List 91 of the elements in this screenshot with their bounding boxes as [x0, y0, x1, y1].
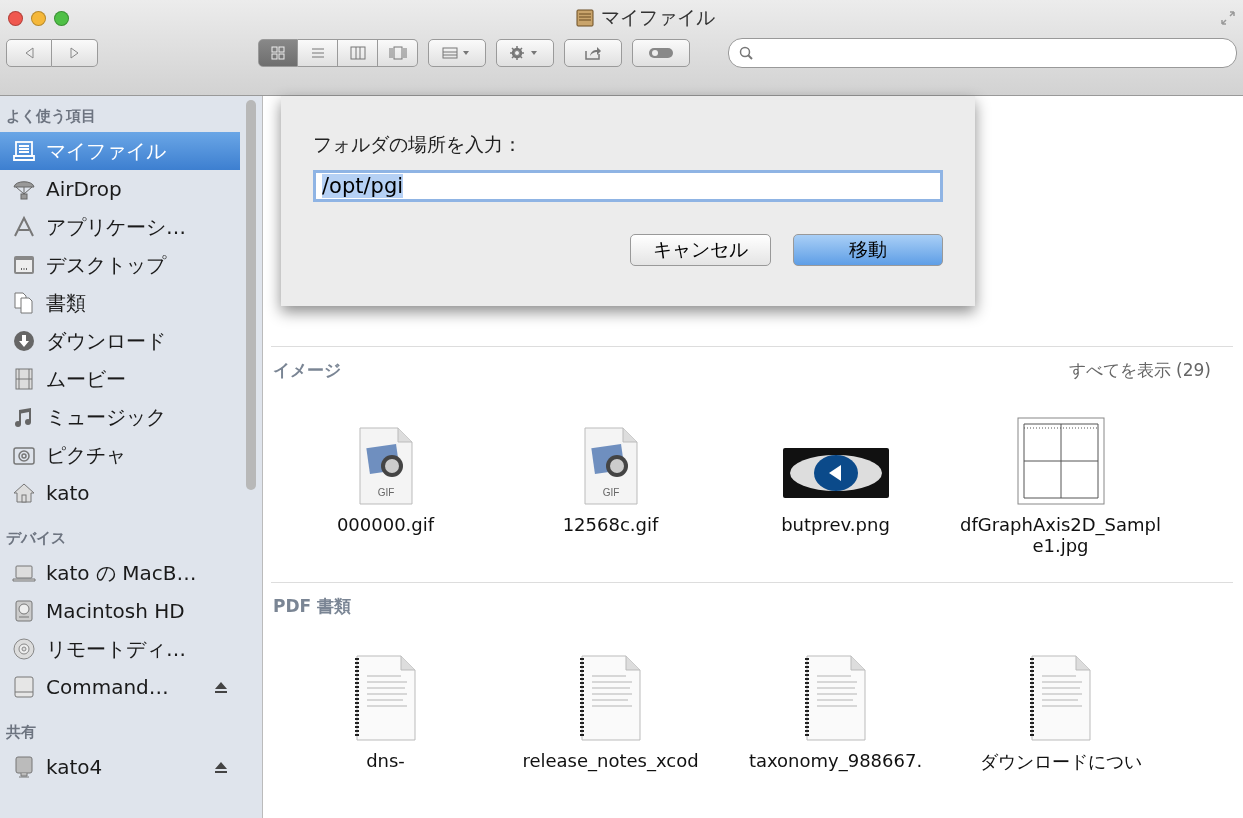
action-button[interactable]: [496, 39, 554, 67]
sidebar-item-label: リモートディ…: [46, 635, 187, 663]
coverflow-view-button[interactable]: [378, 39, 418, 67]
sidebar-item-label: kato4: [46, 755, 104, 779]
grid-icon: [271, 46, 285, 60]
sidebar-heading: 共有: [5, 722, 37, 743]
drawer-icon: [575, 9, 595, 27]
sidebar-item-label: ミュージック: [46, 403, 167, 431]
sidebar-item[interactable]: アプリケーシ…: [0, 208, 240, 246]
show-all-link[interactable]: すべてを表示 (29): [1068, 359, 1233, 382]
icon-view-button[interactable]: [258, 39, 298, 67]
sidebar-item-label: アプリケーシ…: [46, 213, 187, 241]
close-button[interactable]: [8, 10, 23, 26]
window-title: マイファイル: [601, 5, 715, 30]
sidebar-item[interactable]: kato4: [0, 748, 240, 786]
file-type-label: GIF: [602, 487, 619, 498]
fullscreen-icon[interactable]: [1221, 11, 1235, 25]
eject-icon[interactable]: [214, 760, 228, 774]
sidebar-item-label: マイファイル: [46, 137, 167, 165]
sidebar-item-label: Macintosh HD: [46, 599, 186, 623]
dialog-prompt: フォルダの場所を入力：: [313, 132, 523, 157]
sidebar-item[interactable]: kato の MacB…: [0, 554, 240, 592]
monitor-icon: [12, 755, 36, 779]
sidebar-item-label: kato: [46, 481, 91, 505]
sidebar-item-label: kato の MacB…: [46, 559, 198, 587]
scrollbar-thumb[interactable]: [246, 100, 256, 490]
docs-icon: [12, 291, 36, 315]
minimize-button[interactable]: [31, 10, 46, 26]
arrange-button[interactable]: [428, 39, 486, 67]
file-name: ダウンロードについ: [978, 750, 1143, 774]
sidebar-item[interactable]: 書類: [0, 284, 240, 322]
toggle-icon: [648, 47, 674, 59]
sidebar-item[interactable]: Macintosh HD: [0, 592, 240, 630]
share-button[interactable]: [564, 39, 622, 67]
sidebar-item[interactable]: デスクトップ: [0, 246, 240, 284]
sidebar-item[interactable]: kato: [0, 474, 240, 512]
graph-axis-image-icon[interactable]: [1015, 416, 1106, 506]
file-name: 12568c.gif: [561, 514, 660, 535]
sidebar-item-label: ムービー: [46, 365, 127, 393]
columns-icon: [349, 46, 366, 60]
selected-path-text: /opt/pgi: [322, 174, 404, 198]
files-icon: [12, 139, 36, 163]
home-icon: [12, 481, 36, 505]
section-heading: PDF 書類: [273, 595, 352, 618]
sidebar-item[interactable]: ピクチャ: [0, 436, 240, 474]
drive-icon: [12, 675, 36, 699]
search-field[interactable]: [728, 38, 1237, 68]
zoom-button[interactable]: [54, 10, 69, 26]
sidebar-item[interactable]: AirDrop: [0, 170, 240, 208]
section-heading: イメージ: [273, 359, 341, 382]
list-icon: [310, 46, 325, 60]
back-arrow-icon: [24, 47, 34, 59]
file-name: butprev.png: [780, 514, 891, 535]
file-name: taxonomy_988667.: [747, 750, 924, 771]
columns-view-button[interactable]: [338, 39, 378, 67]
download-icon: [12, 329, 36, 353]
sidebar-item-label: Command…: [46, 675, 170, 699]
sidebar-item[interactable]: ダウンロード: [0, 322, 240, 360]
apps-icon: [12, 215, 36, 239]
sidebar-item[interactable]: ムービー: [0, 360, 240, 398]
search-icon: [739, 46, 753, 60]
sidebar-heading: よく使う項目: [5, 106, 97, 127]
file-name: dfGraphAxis2D_Sample1.jpg: [958, 514, 1163, 556]
sidebar-item-label: デスクトップ: [46, 251, 168, 279]
list-view-button[interactable]: [298, 39, 338, 67]
sidebar-item-label: ピクチャ: [46, 441, 127, 469]
sidebar-item[interactable]: Command…: [0, 668, 240, 706]
cancel-button[interactable]: キャンセル: [630, 234, 771, 266]
file-type-label: GIF: [377, 487, 394, 498]
sidebar-heading: デバイス: [5, 528, 67, 549]
file-name: 000000.gif: [335, 514, 436, 535]
disc-icon: [12, 637, 36, 661]
sidebar-item[interactable]: ミュージック: [0, 398, 240, 436]
desktop-icon: [12, 253, 36, 277]
sidebar-item-label: AirDrop: [46, 177, 123, 201]
eject-icon[interactable]: [214, 680, 228, 694]
file-name: release_notes_xcod: [521, 750, 700, 771]
movie-icon: [12, 367, 36, 391]
tag-button[interactable]: [632, 39, 690, 67]
cover-flow-icon: [388, 46, 407, 60]
sidebar-item[interactable]: リモートディ…: [0, 630, 240, 668]
forward-button[interactable]: [52, 39, 98, 67]
share-icon: [584, 45, 602, 61]
folder-path-field[interactable]: /opt/pgi: [313, 170, 943, 202]
arrange-icon: [442, 47, 472, 59]
go-button[interactable]: 移動: [793, 234, 943, 266]
forward-arrow-icon: [69, 47, 80, 59]
sidebar-item-label: ダウンロード: [46, 327, 167, 355]
file-name: dns-: [365, 750, 406, 771]
sidebar-item-label: 書類: [46, 289, 87, 317]
back-button[interactable]: [6, 39, 52, 67]
